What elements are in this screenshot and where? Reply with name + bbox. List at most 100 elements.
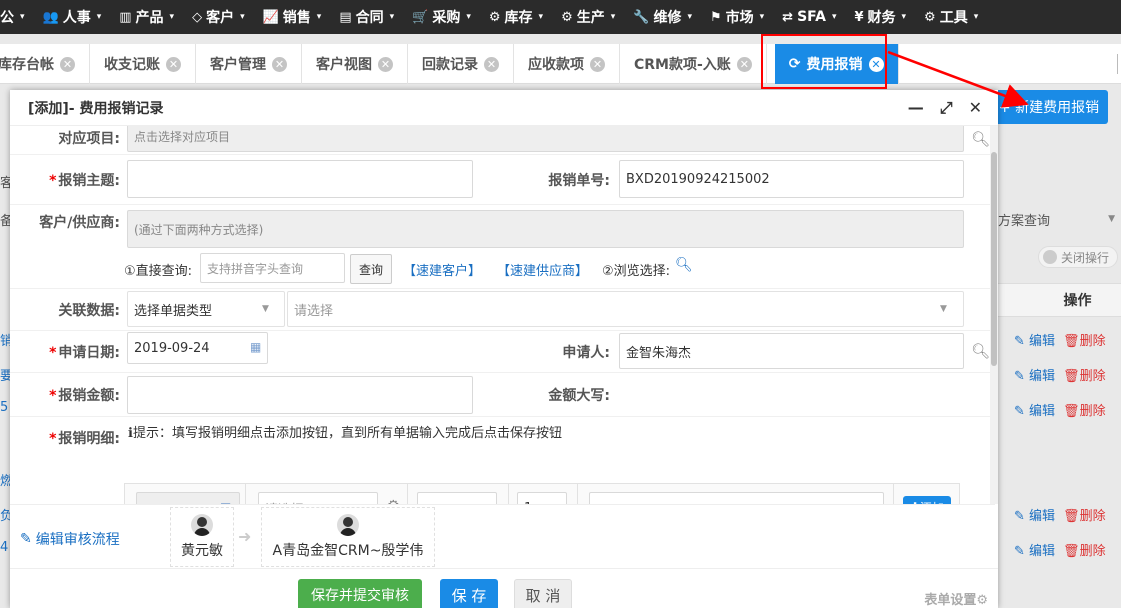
menu-icon: ⚙ — [488, 9, 501, 25]
detail-amount-input[interactable] — [417, 492, 497, 504]
detail-qty-input[interactable]: 1 — [517, 492, 567, 504]
detail-category-select[interactable]: 请选择 — [258, 492, 378, 504]
bg-left-label: 备 — [0, 214, 10, 229]
amount-input[interactable] — [127, 376, 473, 414]
tab-label: CRM款项-入账 — [634, 57, 731, 73]
delete-link[interactable]: 🗑︎删除 — [1063, 505, 1106, 524]
save-button[interactable]: 保 存 — [440, 579, 498, 608]
bg-row-actions: ✎ 编辑 🗑︎删除 — [1014, 365, 1121, 384]
add-detail-button[interactable]: ✚添加 — [903, 496, 951, 504]
menu-item-12[interactable]: ¥ 财务 ▾ — [845, 7, 915, 27]
close-icon[interactable]: ✕ — [166, 56, 181, 72]
caret-down-icon: ▾ — [20, 12, 25, 22]
close-icon[interactable]: ✕ — [60, 56, 75, 72]
edit-link[interactable]: ✎ 编辑 — [1014, 365, 1055, 384]
tab-label: 客户视图 — [316, 57, 372, 73]
cancel-button[interactable]: 取 消 — [514, 579, 572, 608]
edit-link[interactable]: ✎ 编辑 — [1014, 505, 1055, 524]
edit-link[interactable]: ✎ 编辑 — [1014, 400, 1055, 419]
quick-supplier-link[interactable]: 【速建供应商】 — [497, 260, 588, 279]
menu-item-10[interactable]: ⚑ 市场 ▾ — [701, 7, 773, 27]
subject-input[interactable] — [127, 160, 473, 198]
menu-label: 销售 — [282, 10, 311, 26]
browse-search-icon[interactable]: 🔍︎ — [675, 257, 693, 273]
bg-left-cell: 4 — [0, 540, 9, 555]
edit-flow-link[interactable]: ✎ 编辑审核流程 — [20, 529, 120, 549]
delete-link[interactable]: 🗑︎删除 — [1063, 330, 1106, 349]
new-expense-button[interactable]: + 新建费用报销 — [990, 90, 1108, 124]
close-icon[interactable]: ✕ — [378, 56, 393, 72]
tab-3[interactable]: 客户视图 ✕ — [302, 44, 408, 84]
toggle-knob — [1043, 250, 1057, 264]
tab-6[interactable]: CRM款项-入账 ✕ — [620, 44, 767, 84]
menu-icon: ▤ — [339, 9, 352, 25]
doc-no-input[interactable]: BXD20190924215002 — [619, 160, 964, 198]
caret-down-icon: ▾ — [973, 12, 979, 22]
close-icon[interactable]: ✕ — [736, 56, 752, 72]
menu-item-2[interactable]: ▥ 产品 ▾ — [110, 7, 183, 27]
search-icon[interactable]: 🔍︎ — [971, 130, 990, 148]
menu-item-0[interactable]: 公 ▾ — [0, 7, 34, 27]
quick-customer-link[interactable]: 【速建客户】 — [403, 260, 481, 279]
maximize-icon[interactable]: ⤢ — [940, 98, 953, 118]
tab-0[interactable]: 库存台帐 ✕ — [0, 44, 90, 84]
delete-link[interactable]: 🗑︎删除 — [1063, 400, 1106, 419]
save-submit-button[interactable]: 保存并提交审核 — [298, 579, 422, 608]
calendar-icon[interactable]: ▦ — [250, 340, 261, 354]
delete-link[interactable]: 🗑︎删除 — [1063, 540, 1106, 559]
close-icon[interactable]: ✕ — [590, 56, 605, 72]
menu-label: 工具 — [939, 10, 968, 26]
applicant-label: 申请人: — [562, 345, 610, 361]
minimize-icon[interactable]: — — [908, 98, 924, 118]
direct-query-input[interactable]: 支持拼音字头查询 — [200, 253, 345, 283]
related-data-select[interactable]: 请选择 — [287, 291, 964, 327]
related-project-input[interactable]: 点击选择对应项目 — [127, 126, 964, 152]
subject-label: * 报销主题: — [49, 173, 120, 189]
tab-4[interactable]: 回款记录 ✕ — [408, 44, 514, 84]
menu-item-5[interactable]: ▤ 合同 ▾ — [330, 7, 403, 27]
menu-item-11[interactable]: ⇄ SFA ▾ — [773, 9, 845, 25]
bg-left-cell: 5 — [0, 400, 9, 415]
edit-link[interactable]: ✎ 编辑 — [1014, 330, 1055, 349]
menu-icon: ▥ — [119, 9, 132, 25]
caret-down-icon: ▾ — [901, 12, 907, 22]
menu-item-1[interactable]: 👥 人事 ▾ — [34, 7, 111, 27]
tab-1[interactable]: 收支记账 ✕ — [90, 44, 196, 84]
menu-item-8[interactable]: ⚙ 生产 ▾ — [552, 7, 624, 27]
scheme-query-select[interactable]: 方案查询 ▼ — [998, 205, 1121, 233]
menu-label: SFA — [797, 9, 826, 25]
apply-date-input[interactable]: 2019-09-24 — [127, 332, 268, 364]
caret-down-icon: ▾ — [240, 12, 245, 22]
edit-icon: ✎ — [20, 531, 32, 547]
menu-item-9[interactable]: 🔧 维修 ▾ — [624, 7, 701, 27]
menu-icon: 🛒 — [412, 9, 429, 25]
menu-label: 合同 — [355, 10, 384, 26]
amount-label: * 报销金额: — [49, 388, 120, 404]
query-button[interactable]: 查询 — [350, 254, 392, 284]
tab-2[interactable]: 客户管理 ✕ — [196, 44, 302, 84]
menu-item-7[interactable]: ⚙ 库存 ▾ — [480, 7, 552, 27]
edit-link[interactable]: ✎ 编辑 — [1014, 540, 1055, 559]
menu-item-13[interactable]: ⚙ 工具 ▾ — [915, 7, 987, 27]
menu-item-4[interactable]: 📈 销售 ▾ — [254, 7, 331, 27]
menu-item-3[interactable]: ◇ 客户 ▾ — [183, 7, 254, 27]
scheme-query-label: 方案查询 — [998, 213, 1051, 229]
close-op-toggle[interactable]: 关闭操行 — [1038, 246, 1118, 268]
form-settings-link[interactable]: 表单设置⚙ — [924, 589, 988, 608]
modal-scrollbar[interactable] — [990, 126, 998, 504]
chevron-down-icon: ▼ — [940, 304, 947, 314]
menu-icon: ⚑ — [709, 9, 722, 25]
search-icon[interactable]: 🔍︎ — [971, 342, 990, 360]
applicant-input[interactable]: 金智朱海杰 — [619, 333, 964, 369]
detail-note-input[interactable] — [589, 492, 884, 504]
close-icon[interactable]: ✕ — [484, 56, 499, 72]
tab-5[interactable]: 应收款项 ✕ — [514, 44, 620, 84]
partner-input[interactable]: (通过下面两种方式选择) — [127, 210, 964, 248]
related-data-label: 关联数据: — [58, 303, 120, 319]
bg-left-cell: 负 — [0, 509, 10, 524]
close-icon[interactable]: ✕ — [969, 98, 982, 118]
delete-link[interactable]: 🗑︎删除 — [1063, 365, 1106, 384]
menu-item-6[interactable]: 🛒 采购 ▾ — [403, 7, 480, 27]
bg-row-actions: ✎ 编辑 🗑︎删除 — [1014, 540, 1121, 559]
close-icon[interactable]: ✕ — [272, 56, 287, 72]
